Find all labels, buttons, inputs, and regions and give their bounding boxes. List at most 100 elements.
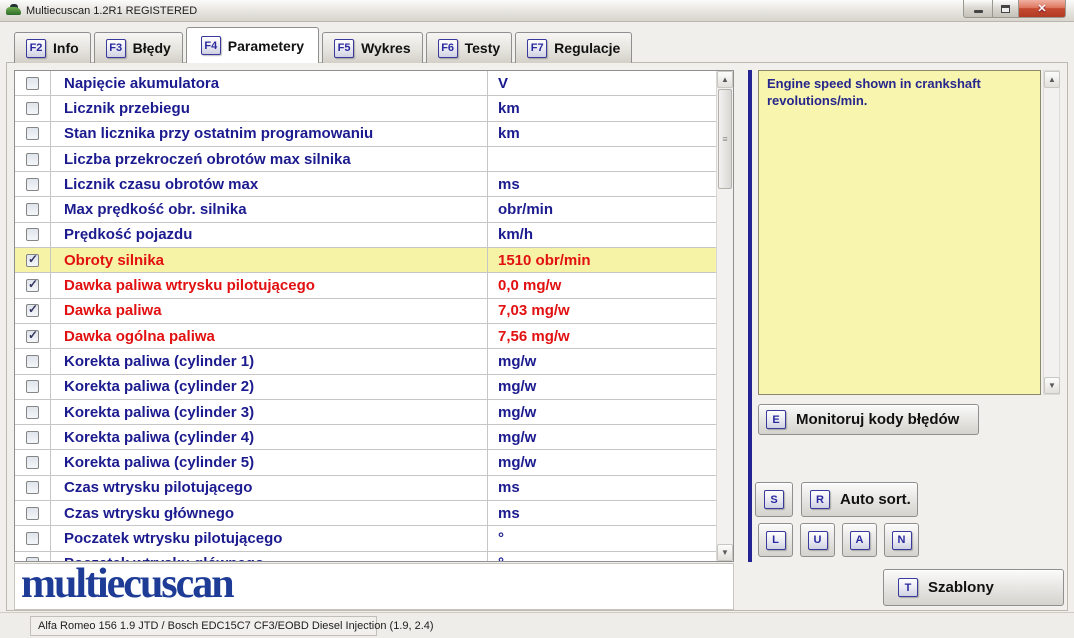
parameter-checkbox[interactable] <box>26 532 39 545</box>
tab-info[interactable]: F2Info <box>14 32 91 63</box>
parameter-checkbox[interactable] <box>26 228 39 241</box>
a-button[interactable]: A <box>842 523 877 557</box>
checkbox-cell <box>15 476 51 500</box>
table-row[interactable]: Stan licznika przy ostatnim programowani… <box>15 122 716 147</box>
parameter-value: 7,56 mg/w <box>488 324 716 348</box>
parameter-checkbox[interactable] <box>26 355 39 368</box>
parameter-checkbox-checked[interactable] <box>26 330 39 343</box>
key-t-badge: T <box>898 578 918 597</box>
table-row[interactable]: Czas wtrysku głównegoms <box>15 501 716 526</box>
parameter-checkbox[interactable] <box>26 203 39 216</box>
tab-wykres[interactable]: F5Wykres <box>322 32 423 63</box>
parameters-rows: Napięcie akumulatoraVLicznik przebiegukm… <box>15 71 716 561</box>
parameter-checkbox[interactable] <box>26 431 39 444</box>
table-row[interactable]: Poczatek wtrysku pilotującego° <box>15 526 716 551</box>
tab-testy[interactable]: F6Testy <box>426 32 513 63</box>
monitor-error-codes-button[interactable]: E Monitoruj kody błędów <box>758 404 979 435</box>
parameter-checkbox[interactable] <box>26 456 39 469</box>
n-button[interactable]: N <box>884 523 919 557</box>
parameter-value: km/h <box>488 223 716 247</box>
parameter-name: Napięcie akumulatora <box>51 71 488 95</box>
parameter-value: ms <box>488 476 716 500</box>
tab-label: Błędy <box>133 40 171 56</box>
table-row[interactable]: Korekta paliwa (cylinder 4)mg/w <box>15 425 716 450</box>
table-row[interactable]: Licznik czasu obrotów maxms <box>15 172 716 197</box>
key-r-badge: R <box>810 490 830 509</box>
info-scroll-down-icon[interactable]: ▼ <box>1044 377 1060 394</box>
tab-label: Info <box>53 40 79 56</box>
table-row[interactable]: Dawka paliwa wtrysku pilotującego0,0 mg/… <box>15 273 716 298</box>
parameter-checkbox[interactable] <box>26 406 39 419</box>
parameter-value: mg/w <box>488 425 716 449</box>
maximize-button[interactable] <box>992 0 1019 18</box>
parameter-name: Max prędkość obr. silnika <box>51 197 488 221</box>
checkbox-cell <box>15 96 51 120</box>
l-button[interactable]: L <box>758 523 793 557</box>
parameter-checkbox[interactable] <box>26 77 39 90</box>
scroll-down-icon[interactable]: ▼ <box>717 544 733 561</box>
info-scroll-up-icon[interactable]: ▲ <box>1044 71 1060 88</box>
table-row[interactable]: Korekta paliwa (cylinder 1)mg/w <box>15 349 716 374</box>
vehicle-status-text: Alfa Romeo 156 1.9 JTD / Bosch EDC15C7 C… <box>30 616 377 636</box>
checkbox-cell <box>15 425 51 449</box>
parameter-checkbox-checked[interactable] <box>26 254 39 267</box>
parameter-name: Dawka paliwa wtrysku pilotującego <box>51 273 488 297</box>
table-row[interactable]: Czas wtrysku pilotującegoms <box>15 476 716 501</box>
close-icon: ✕ <box>1037 2 1046 15</box>
table-row[interactable]: Liczba przekroczeń obrotów max silnika <box>15 147 716 172</box>
parameter-value: ° <box>488 552 716 561</box>
key-f5-badge: F5 <box>334 39 354 58</box>
minimize-button[interactable] <box>963 0 992 18</box>
parameter-name: Korekta paliwa (cylinder 2) <box>51 375 488 399</box>
status-bar: Alfa Romeo 156 1.9 JTD / Bosch EDC15C7 C… <box>0 612 1074 638</box>
parameter-checkbox[interactable] <box>26 127 39 140</box>
parameter-checkbox-checked[interactable] <box>26 304 39 317</box>
parameter-checkbox[interactable] <box>26 102 39 115</box>
table-row[interactable]: Korekta paliwa (cylinder 3)mg/w <box>15 400 716 425</box>
parameter-checkbox[interactable] <box>26 380 39 393</box>
tab-regulacje[interactable]: F7Regulacje <box>515 32 632 63</box>
parameter-name: Czas wtrysku głównego <box>51 501 488 525</box>
table-row[interactable]: Dawka paliwa7,03 mg/w <box>15 299 716 324</box>
parameter-name: Stan licznika przy ostatnim programowani… <box>51 122 488 146</box>
table-row[interactable]: Korekta paliwa (cylinder 5)mg/w <box>15 450 716 475</box>
auto-sort-button[interactable]: R Auto sort. <box>801 482 918 517</box>
checkbox-cell <box>15 299 51 323</box>
u-button[interactable]: U <box>800 523 835 557</box>
table-row[interactable]: Korekta paliwa (cylinder 2)mg/w <box>15 375 716 400</box>
parameter-name: Liczba przekroczeń obrotów max silnika <box>51 147 488 171</box>
table-scrollbar[interactable]: ▲ ≡ ▼ <box>716 71 733 561</box>
tab-parametery[interactable]: F4Parametery <box>186 27 319 63</box>
close-button[interactable]: ✕ <box>1019 0 1066 18</box>
parameter-name: Licznik przebiegu <box>51 96 488 120</box>
info-scrollbar[interactable]: ▲ ▼ <box>1043 70 1060 395</box>
minimize-icon <box>974 10 983 13</box>
parameter-value: obr/min <box>488 197 716 221</box>
table-row[interactable]: Napięcie akumulatoraV <box>15 71 716 96</box>
templates-button[interactable]: T Szablony <box>883 569 1064 606</box>
parameter-name: Dawka paliwa <box>51 299 488 323</box>
scroll-up-icon[interactable]: ▲ <box>717 71 733 88</box>
parameter-checkbox-checked[interactable] <box>26 279 39 292</box>
parameter-value: km <box>488 96 716 120</box>
parameter-value: 1510 obr/min <box>488 248 716 272</box>
maximize-icon <box>1001 5 1010 13</box>
table-row[interactable]: Obroty silnika1510 obr/min <box>15 248 716 273</box>
parameter-value: mg/w <box>488 400 716 424</box>
sort-button[interactable]: S <box>755 482 793 517</box>
table-row[interactable]: Prędkość pojazdukm/h <box>15 223 716 248</box>
logo-box: multiecuscan <box>14 563 734 610</box>
table-row[interactable]: Licznik przebiegukm <box>15 96 716 121</box>
parameter-checkbox[interactable] <box>26 178 39 191</box>
parameter-checkbox[interactable] <box>26 153 39 166</box>
checkbox-cell <box>15 450 51 474</box>
tab-błędy[interactable]: F3Błędy <box>94 32 183 63</box>
parameter-checkbox[interactable] <box>26 507 39 520</box>
parameter-checkbox[interactable] <box>26 481 39 494</box>
checkbox-cell <box>15 400 51 424</box>
table-row[interactable]: Dawka ogólna paliwa7,56 mg/w <box>15 324 716 349</box>
table-row[interactable]: Max prędkość obr. silnikaobr/min <box>15 197 716 222</box>
checkbox-cell <box>15 324 51 348</box>
checkbox-cell <box>15 71 51 95</box>
scrollbar-thumb[interactable]: ≡ <box>718 89 732 189</box>
